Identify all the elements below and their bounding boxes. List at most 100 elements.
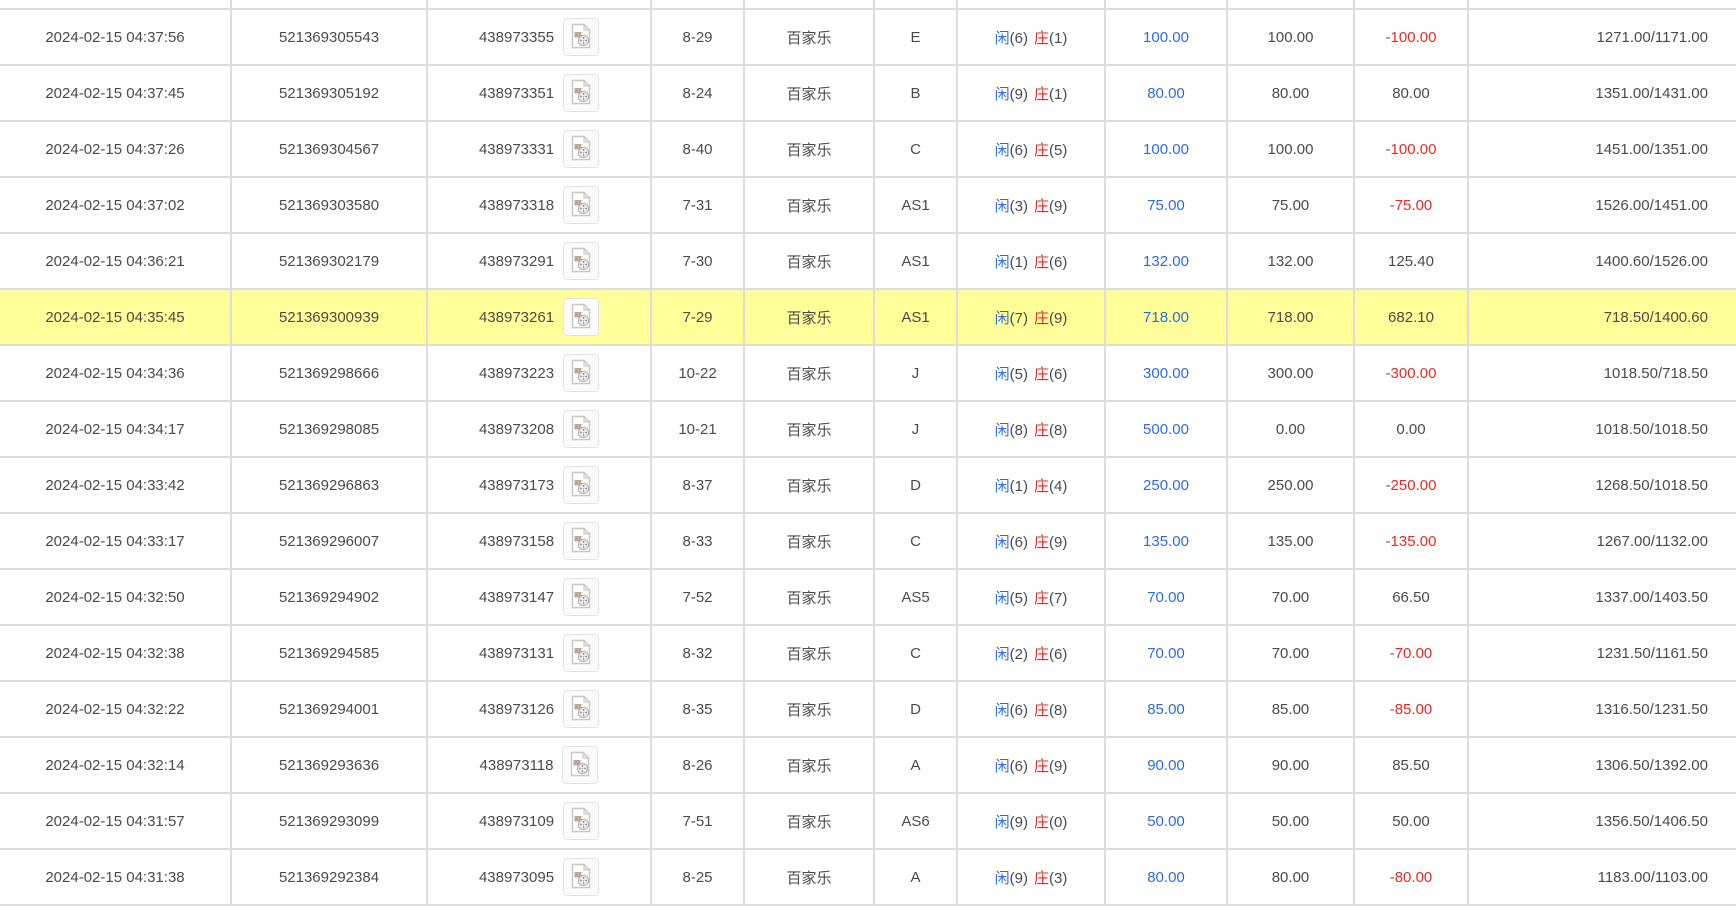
banker-result-score: (6) bbox=[1049, 253, 1068, 271]
table-row[interactable]: 2024-02-15 04:31:57 521369293099 4389731… bbox=[0, 793, 1736, 850]
cell-valid-bet: 70.00 bbox=[1227, 569, 1355, 626]
cell-bet-amount-link[interactable]: 90.00 bbox=[1105, 737, 1228, 794]
cell-order-id: 521369303580 bbox=[231, 177, 428, 234]
media-record-button[interactable] bbox=[563, 690, 600, 728]
table-row[interactable]: 2024-02-15 04:34:36 521369298666 4389732… bbox=[0, 345, 1736, 402]
banker-result-score: (8) bbox=[1049, 701, 1068, 719]
player-result-label: 闲 bbox=[994, 869, 1010, 887]
media-record-button[interactable] bbox=[563, 522, 600, 560]
media-record-button[interactable] bbox=[563, 634, 600, 672]
cell-order-id: 521369294585 bbox=[231, 625, 428, 682]
cell-game-id: 438973095 bbox=[427, 849, 652, 906]
player-result-score: (5) bbox=[1009, 589, 1028, 607]
broken-media-file-icon bbox=[571, 583, 591, 609]
cell-game-name: 百家乐 bbox=[744, 121, 875, 178]
table-row[interactable]: 2024-02-15 04:37:56 521369305543 4389733… bbox=[0, 9, 1736, 66]
media-record-button[interactable] bbox=[563, 578, 600, 616]
media-record-button[interactable] bbox=[562, 746, 599, 784]
cell-result: 闲(6) 庄(9) bbox=[957, 737, 1106, 794]
cell-valid-bet: 75.00 bbox=[1227, 177, 1355, 234]
cell-bet-amount-link[interactable]: 50.00 bbox=[1105, 793, 1228, 850]
cell-order-id: 521369293099 bbox=[231, 793, 428, 850]
cell-bet-amount-link[interactable]: 500.00 bbox=[1105, 401, 1228, 458]
cell-bet-time: 2024-02-15 04:32:22 bbox=[0, 681, 232, 738]
cell-game-id: 438973351 bbox=[427, 65, 652, 122]
player-result-score: (8) bbox=[1009, 421, 1028, 439]
media-record-button[interactable] bbox=[563, 858, 600, 896]
player-result-label: 闲 bbox=[994, 645, 1010, 663]
cell-bet-amount-link[interactable]: 100.00 bbox=[1105, 9, 1228, 66]
media-record-button[interactable] bbox=[563, 242, 600, 280]
game-id-text: 438973118 bbox=[479, 756, 554, 774]
cell-bet-time: 2024-02-15 04:37:56 bbox=[0, 9, 232, 66]
cell-table-round: 8-26 bbox=[651, 737, 745, 794]
cell-bet-amount-link[interactable]: 135.00 bbox=[1105, 513, 1228, 570]
cell-balance: 1316.50/1231.50 bbox=[1468, 681, 1736, 738]
table-row[interactable]: 2024-02-15 04:32:50 521369294902 4389731… bbox=[0, 569, 1736, 626]
table-row[interactable]: 2024-02-15 04:33:17 521369296007 4389731… bbox=[0, 513, 1736, 570]
table-row[interactable]: 2024-02-15 04:34:17 521369298085 4389732… bbox=[0, 401, 1736, 458]
cell-win-loss: 50.00 bbox=[1354, 793, 1469, 850]
cell-valid-bet: 90.00 bbox=[1227, 737, 1355, 794]
table-row[interactable]: 2024-02-15 04:37:02 521369303580 4389733… bbox=[0, 177, 1736, 234]
cell-table-round: 8-29 bbox=[651, 9, 745, 66]
cell-bet-amount-link[interactable]: 132.00 bbox=[1105, 233, 1228, 290]
media-record-button[interactable] bbox=[563, 74, 600, 112]
player-result-label: 闲 bbox=[994, 589, 1010, 607]
banker-result-label: 庄 bbox=[1034, 85, 1050, 103]
banker-result-label: 庄 bbox=[1034, 29, 1050, 47]
cell-desk-code: AS1 bbox=[874, 289, 958, 346]
cell-desk-code: A bbox=[874, 737, 958, 794]
media-record-button[interactable] bbox=[563, 410, 600, 448]
cell-table-round: 7-30 bbox=[651, 233, 745, 290]
banker-result-score: (0) bbox=[1049, 813, 1068, 831]
table-row[interactable]: 2024-02-15 04:33:42 521369296863 4389731… bbox=[0, 457, 1736, 514]
media-record-button[interactable] bbox=[563, 802, 600, 840]
cell-bet-amount-link[interactable]: 80.00 bbox=[1105, 849, 1228, 906]
player-result-label: 闲 bbox=[994, 309, 1010, 327]
table-row[interactable]: 2024-02-15 04:35:45 521369300939 4389732… bbox=[0, 289, 1736, 346]
cell-order-id: 521369292384 bbox=[231, 849, 428, 906]
cell-game-id: 438973131 bbox=[427, 625, 652, 682]
player-result-label: 闲 bbox=[994, 85, 1010, 103]
cell-result: 闲(5) 庄(6) bbox=[957, 345, 1106, 402]
cell-win-loss: 682.10 bbox=[1354, 289, 1469, 346]
player-result-score: (9) bbox=[1009, 869, 1028, 887]
media-record-button[interactable] bbox=[563, 466, 600, 504]
cell-game-id: 438973291 bbox=[427, 233, 652, 290]
media-record-button[interactable] bbox=[563, 18, 600, 56]
cell-bet-amount-link[interactable]: 100.00 bbox=[1105, 121, 1228, 178]
table-row[interactable]: 2024-02-15 04:37:26 521369304567 4389733… bbox=[0, 121, 1736, 178]
media-record-button[interactable] bbox=[563, 354, 600, 392]
cell-bet-amount-link[interactable]: 300.00 bbox=[1105, 345, 1228, 402]
table-row[interactable]: 2024-02-15 04:32:22 521369294001 4389731… bbox=[0, 681, 1736, 738]
cell-game-name: 百家乐 bbox=[744, 513, 875, 570]
cell-bet-amount-link[interactable]: 70.00 bbox=[1105, 569, 1228, 626]
cell-balance: 1271.00/1171.00 bbox=[1468, 9, 1736, 66]
cell-valid-bet: 100.00 bbox=[1227, 9, 1355, 66]
cell-bet-amount-link[interactable]: 85.00 bbox=[1105, 681, 1228, 738]
cell-balance: 1400.60/1526.00 bbox=[1468, 233, 1736, 290]
cell-bet-amount-link[interactable]: 718.00 bbox=[1105, 289, 1228, 346]
cell-valid-bet: 135.00 bbox=[1227, 513, 1355, 570]
player-result-label: 闲 bbox=[994, 365, 1010, 383]
table-row[interactable]: 2024-02-15 04:32:14 521369293636 4389731… bbox=[0, 737, 1736, 794]
table-row[interactable]: 2024-02-15 04:36:21 521369302179 4389732… bbox=[0, 233, 1736, 290]
broken-media-file-icon bbox=[571, 807, 591, 833]
broken-media-file-icon bbox=[571, 639, 591, 665]
table-row[interactable]: 2024-02-15 04:32:38 521369294585 4389731… bbox=[0, 625, 1736, 682]
banker-result-score: (1) bbox=[1049, 29, 1068, 47]
table-row[interactable]: 2024-02-15 04:37:45 521369305192 4389733… bbox=[0, 65, 1736, 122]
player-result-label: 闲 bbox=[994, 253, 1010, 271]
media-record-button[interactable] bbox=[563, 130, 600, 168]
cell-valid-bet: 50.00 bbox=[1227, 793, 1355, 850]
cell-bet-amount-link[interactable]: 75.00 bbox=[1105, 177, 1228, 234]
media-record-button[interactable] bbox=[563, 186, 600, 224]
cell-result: 闲(6) 庄(1) bbox=[957, 9, 1106, 66]
table-row[interactable]: 2024-02-15 04:31:38 521369292384 4389730… bbox=[0, 849, 1736, 906]
cell-bet-amount-link[interactable]: 80.00 bbox=[1105, 65, 1228, 122]
cell-bet-amount-link[interactable]: 250.00 bbox=[1105, 457, 1228, 514]
cell-bet-amount-link[interactable]: 70.00 bbox=[1105, 625, 1228, 682]
cell-bet-time: 2024-02-15 04:33:42 bbox=[0, 457, 232, 514]
media-record-button[interactable] bbox=[563, 298, 600, 336]
